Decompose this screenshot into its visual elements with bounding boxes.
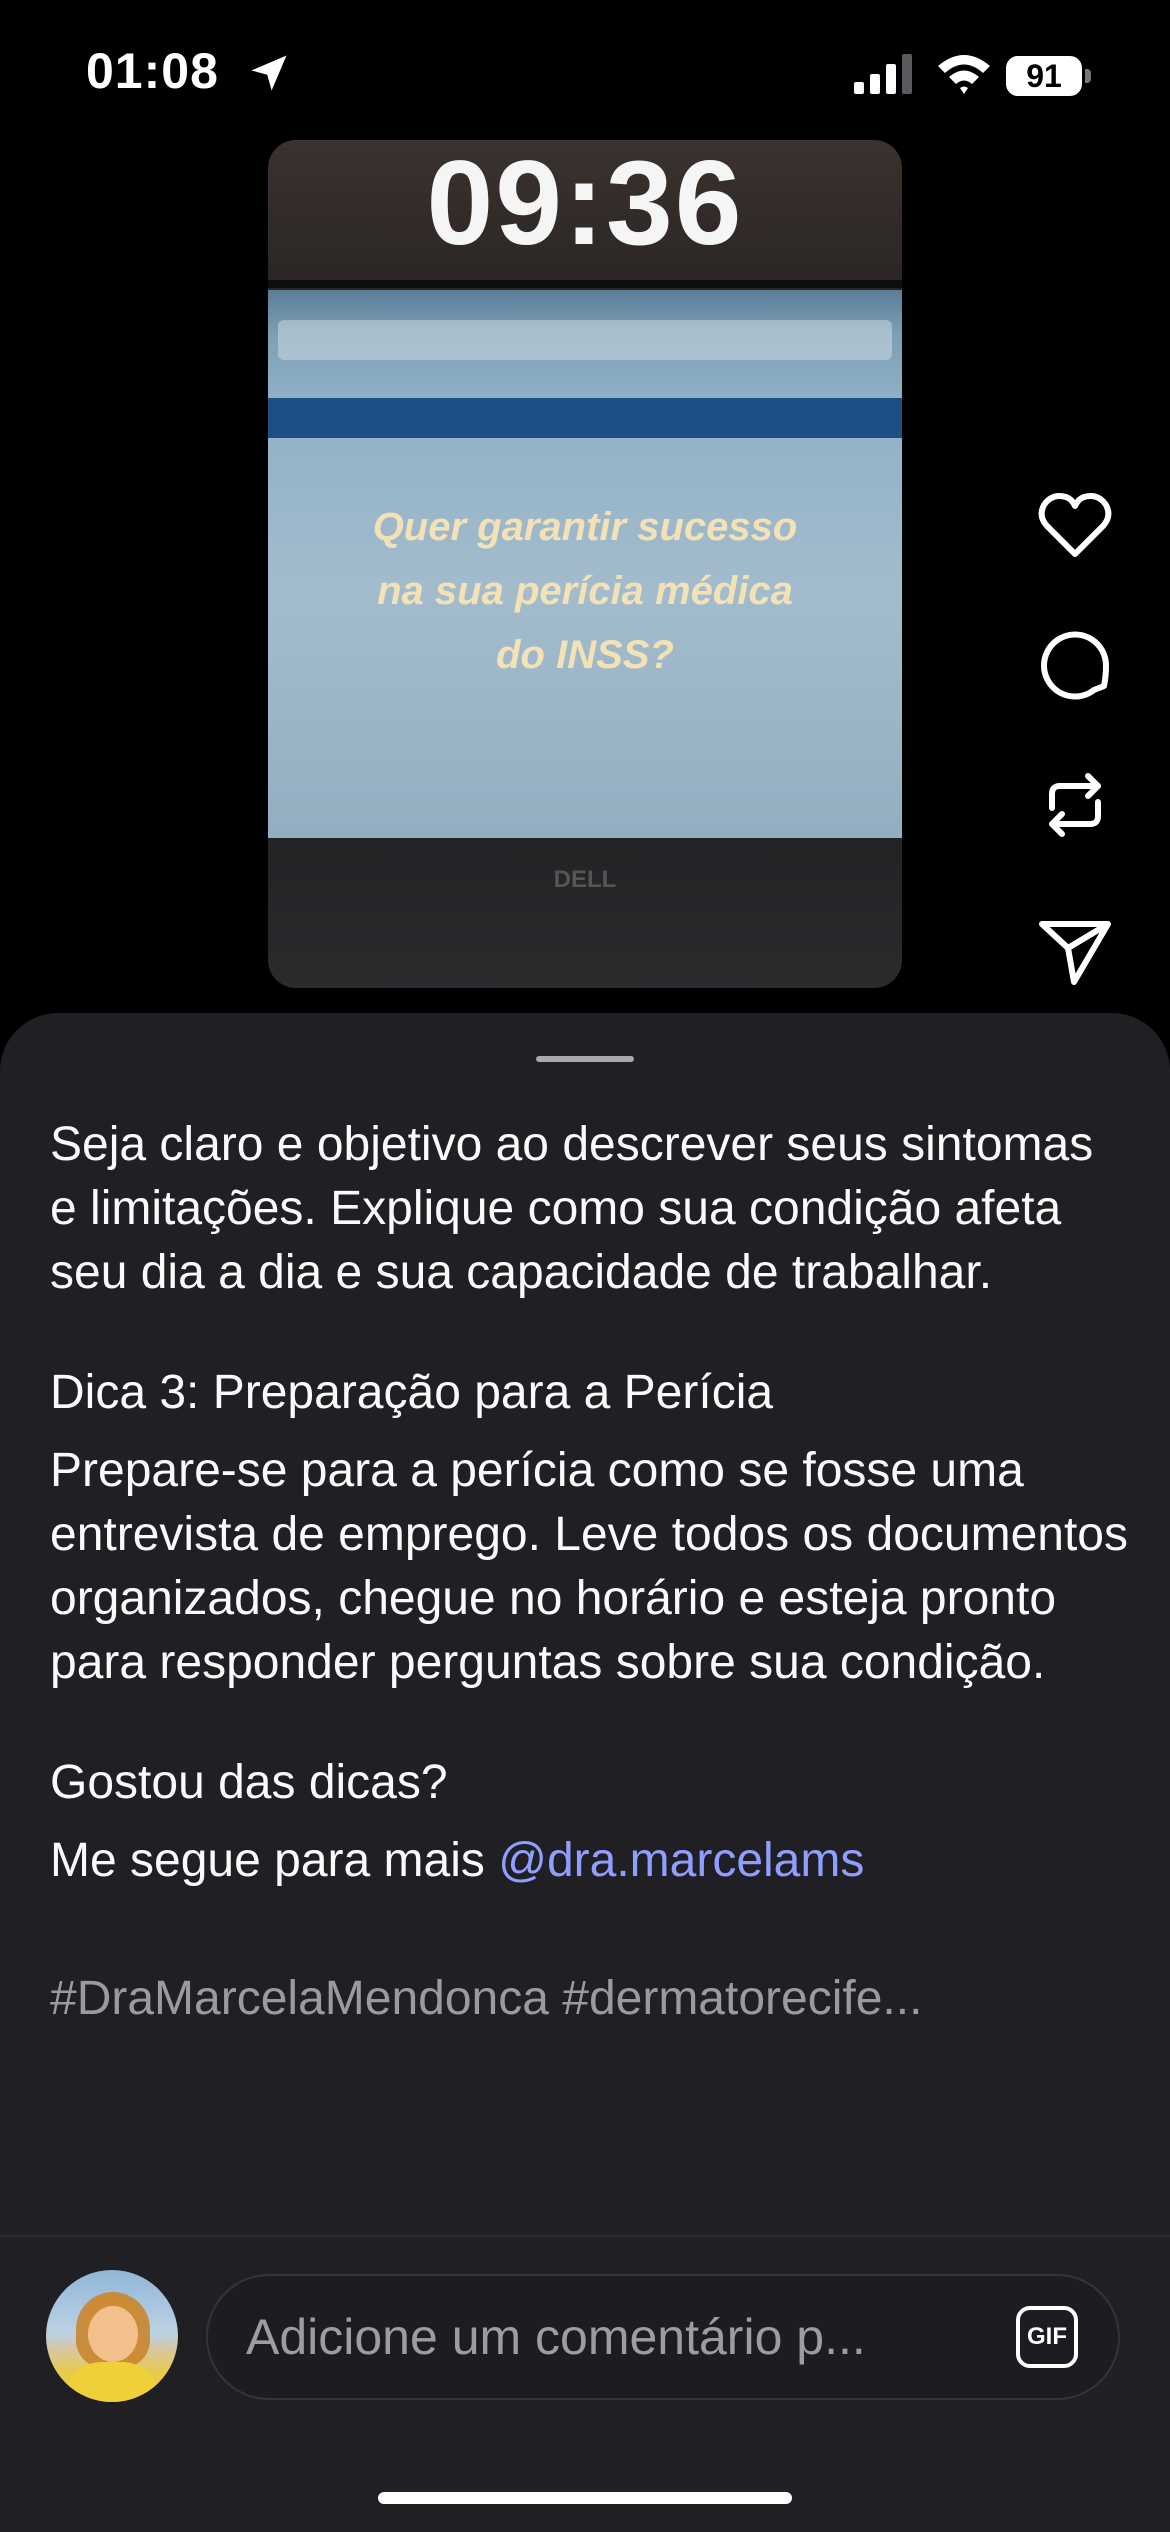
- overlay-line-1: Quer garantir sucesso: [372, 505, 798, 549]
- wifi-icon: [938, 55, 990, 94]
- divider: [0, 2235, 1170, 2237]
- video-monitor-bezel: [268, 838, 902, 988]
- avatar[interactable]: [46, 2270, 178, 2402]
- comment-placeholder: Adicione um comentário p...: [246, 2309, 866, 2365]
- heart-icon: [1038, 493, 1112, 557]
- video-monitor-brand: DELL: [553, 866, 617, 893]
- closing-question: Gostou das dicas?: [50, 1756, 448, 1809]
- reel-video[interactable]: 09:36 Quer garantir sucesso na sua períc…: [268, 140, 902, 988]
- tip-title: Dica 3: Preparação para a Perícia: [50, 1366, 774, 1419]
- status-time: 01:08: [86, 43, 219, 99]
- sheet-grabber[interactable]: [536, 1056, 634, 1062]
- repost-icon: [1049, 773, 1101, 837]
- location-arrow-icon: [251, 55, 287, 91]
- home-indicator[interactable]: [378, 2492, 792, 2504]
- battery-percent: 91: [1026, 58, 1062, 94]
- send-icon: [1039, 921, 1111, 985]
- follow-line: Me segue para mais @dra.marcelams: [50, 1829, 1130, 1893]
- caption-paragraph: Seja claro e objetivo ao descrever seus …: [50, 1118, 1094, 1299]
- overlay-line-2: na sua perícia médica: [377, 569, 793, 613]
- gif-button[interactable]: GIF: [1016, 2306, 1078, 2368]
- status-bar: 01:08 91: [0, 0, 1170, 150]
- share-button[interactable]: [1034, 910, 1116, 992]
- video-monitor-frame: [268, 280, 902, 288]
- video-overlay-text: Quer garantir sucesso na sua perícia méd…: [268, 495, 902, 687]
- video-clock-overlay: 09:36: [426, 140, 744, 270]
- comment-icon: [1041, 631, 1110, 700]
- hashtags[interactable]: #DraMarcelaMendonca #dermatorecife...: [50, 1967, 1130, 2031]
- video-browser-bar: [278, 320, 892, 360]
- like-button[interactable]: [1034, 484, 1116, 566]
- repost-button[interactable]: [1034, 764, 1116, 846]
- caption-text: Seja claro e objetivo ao descrever seus …: [50, 1113, 1130, 2031]
- mention-link[interactable]: @dra.marcelams: [498, 1834, 864, 1887]
- battery-indicator: 91: [1006, 56, 1092, 98]
- cellular-signal-icon: [854, 54, 912, 94]
- video-header-band: [268, 398, 902, 438]
- comment-button[interactable]: [1034, 624, 1116, 706]
- follow-prefix: Me segue para mais: [50, 1834, 499, 1887]
- comment-input[interactable]: Adicione um comentário p... GIF: [206, 2274, 1120, 2400]
- overlay-line-3: do INSS?: [496, 633, 674, 677]
- tip-body: Prepare-se para a perícia como se fosse …: [50, 1444, 1128, 1689]
